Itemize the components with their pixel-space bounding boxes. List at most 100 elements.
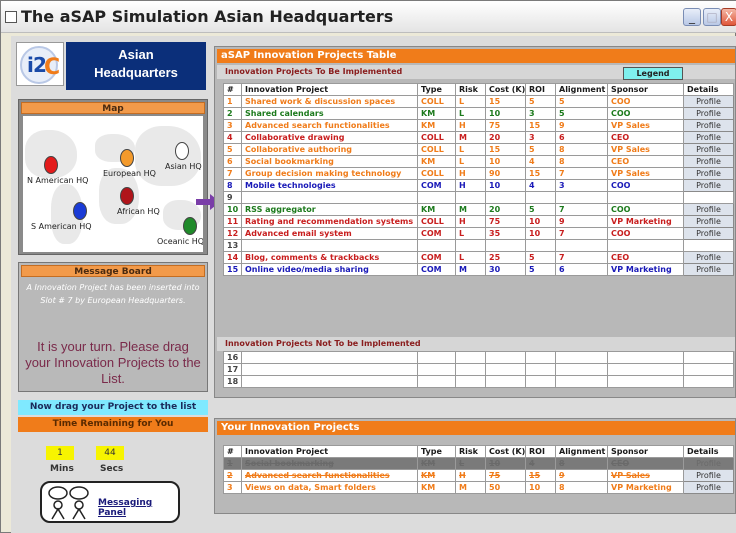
legend-button[interactable]: Legend xyxy=(623,67,683,80)
table-row[interactable]: 6 Social bookmarking KM L 10 4 8 CEO Profile xyxy=(223,155,734,168)
profile-button[interactable]: Profile xyxy=(683,215,734,228)
profile-button[interactable]: Profile xyxy=(683,131,734,144)
empty-cell xyxy=(525,363,556,376)
project-roi: 4 xyxy=(525,457,556,470)
project-name: Social bookmarking xyxy=(241,155,418,168)
empty-cell xyxy=(525,375,556,388)
profile-button[interactable]: Profile xyxy=(683,143,734,156)
empty-cell xyxy=(683,363,734,376)
project-name xyxy=(241,191,418,204)
hq-name-box: Asian Headquarters xyxy=(66,42,206,90)
minutes-label: Mins xyxy=(50,464,74,474)
time-remaining-banner: Time Remaining for You xyxy=(18,417,208,432)
empty-slot-row[interactable]: 16 xyxy=(223,351,734,364)
profile-button[interactable]: Profile xyxy=(683,107,734,120)
profile-button[interactable]: Profile xyxy=(683,179,734,192)
profile-button[interactable]: Profile xyxy=(683,227,734,240)
table-row[interactable]: 9 xyxy=(223,191,734,204)
project-type xyxy=(417,239,456,252)
map-heading: Map xyxy=(21,102,205,114)
profile-button[interactable]: Profile xyxy=(683,167,734,180)
project-risk: H xyxy=(455,215,486,228)
profile-button[interactable]: Profile xyxy=(683,469,734,482)
oceanic-hq-marker[interactable] xyxy=(183,217,197,235)
table-row[interactable]: 11 Rating and recommendation systems COLL H… xyxy=(223,215,734,228)
maximize-button[interactable]: □ xyxy=(703,8,721,26)
table-row[interactable]: 13 xyxy=(223,239,734,252)
row-number: 15 xyxy=(223,263,242,276)
table-row[interactable]: 15 Online video/media sharing COM M 30 5 6 VP M… xyxy=(223,263,734,276)
empty-slot-row[interactable]: 18 xyxy=(223,375,734,388)
col-roi: ROI xyxy=(525,83,556,96)
your-project-row[interactable]: 1 Social bookmarking KM L 10 4 8 CEO Profile xyxy=(223,457,734,470)
close-button[interactable]: X xyxy=(721,8,736,26)
project-alignment: 7 xyxy=(555,227,608,240)
col-alignment: Alignment xyxy=(555,83,608,96)
empty-cell xyxy=(607,375,684,388)
row-number: 14 xyxy=(223,251,242,264)
table-row[interactable]: 1 Shared work & discussion spaces COLL L 15 5… xyxy=(223,95,734,108)
col-details: Details xyxy=(683,445,734,458)
table-row[interactable]: 14 Blog, comments & trackbacks COM L 25 5 7 CEO… xyxy=(223,251,734,264)
project-sponsor: CEO xyxy=(607,155,684,168)
table-row[interactable]: 12 Advanced email system COM L 35 10 7 COO Profi… xyxy=(223,227,734,240)
messaging-panel-link[interactable]: Messaging Panel xyxy=(98,498,178,518)
table-row[interactable]: 4 Collaborative drawing COLL M 20 3 6 CEO Profil… xyxy=(223,131,734,144)
project-type: KM xyxy=(417,155,456,168)
project-roi: 15 xyxy=(525,167,556,180)
profile-button[interactable]: Profile xyxy=(683,95,734,108)
african-hq-label: African HQ xyxy=(117,207,160,216)
empty-cell xyxy=(555,375,608,388)
table-row[interactable]: 8 Mobile technologies COM H 10 4 3 COO Profile xyxy=(223,179,734,192)
empty-cell xyxy=(241,375,418,388)
african-hq-marker[interactable] xyxy=(120,187,134,205)
project-sponsor: VP Marketing xyxy=(607,481,684,494)
profile-button[interactable]: Profile xyxy=(683,203,734,216)
project-roi: 10 xyxy=(525,481,556,494)
profile-button[interactable]: Profile xyxy=(683,457,734,470)
profile-button[interactable]: Profile xyxy=(683,263,734,276)
project-sponsor: CEO xyxy=(607,251,684,264)
project-roi: 15 xyxy=(525,469,556,482)
title-bar[interactable]: The aSAP Simulation Asian Headquarters _… xyxy=(1,1,736,33)
profile-button[interactable]: Profile xyxy=(683,481,734,494)
projects-table-header: # Innovation Project Type Risk Cost (K) … xyxy=(223,83,734,96)
project-alignment: 7 xyxy=(555,167,608,180)
minutes-value: 1 xyxy=(46,446,74,460)
row-number: 7 xyxy=(223,167,242,180)
table-row[interactable]: 5 Collaborative authoring COLL L 15 5 8 VP Sale… xyxy=(223,143,734,156)
row-number: 6 xyxy=(223,155,242,168)
col-type: Type xyxy=(417,445,456,458)
turn-message: It is your turn. Please drag your Innova… xyxy=(25,339,201,386)
row-number: 1 xyxy=(223,95,242,108)
your-project-row[interactable]: 2 Advanced search functionalities KM H 75 15 9… xyxy=(223,469,734,482)
table-row[interactable]: 2 Shared calendars KM L 10 3 5 COO Profile xyxy=(223,107,734,120)
european-hq-marker[interactable] xyxy=(120,149,134,167)
table-row[interactable]: 10 RSS aggregator KM M 20 5 7 COO Profile xyxy=(223,203,734,216)
row-number: 3 xyxy=(223,481,242,494)
profile-button[interactable]: Profile xyxy=(683,251,734,264)
empty-slot-row[interactable]: 17 xyxy=(223,363,734,376)
minimize-button[interactable]: _ xyxy=(683,8,701,26)
project-roi: 5 xyxy=(525,95,556,108)
profile-button[interactable]: Profile xyxy=(683,155,734,168)
profile-button[interactable]: Profile xyxy=(683,119,734,132)
project-sponsor xyxy=(607,191,684,204)
asian-hq-marker[interactable] xyxy=(175,142,189,160)
project-roi: 5 xyxy=(525,263,556,276)
n-american-hq-marker[interactable] xyxy=(44,156,58,174)
your-project-row[interactable]: 3 Views on data, Smart folders KM M 50 10 8 VP … xyxy=(223,481,734,494)
project-type: COLL xyxy=(417,215,456,228)
col-alignment: Alignment xyxy=(555,445,608,458)
s-american-hq-marker[interactable] xyxy=(73,202,87,220)
project-type: COM xyxy=(417,251,456,264)
messaging-panel-button[interactable]: Messaging Panel xyxy=(40,481,180,523)
table-row[interactable]: 3 Advanced search functionalities KM H 75 15 9… xyxy=(223,119,734,132)
table-row[interactable]: 7 Group decision making technology COLL H 90… xyxy=(223,167,734,180)
your-projects-title: Your Innovation Projects xyxy=(217,421,735,435)
project-name: Collaborative drawing xyxy=(241,131,418,144)
project-type: COLL xyxy=(417,167,456,180)
project-risk: L xyxy=(455,107,486,120)
project-alignment xyxy=(555,239,608,252)
project-name: Advanced email system xyxy=(241,227,418,240)
